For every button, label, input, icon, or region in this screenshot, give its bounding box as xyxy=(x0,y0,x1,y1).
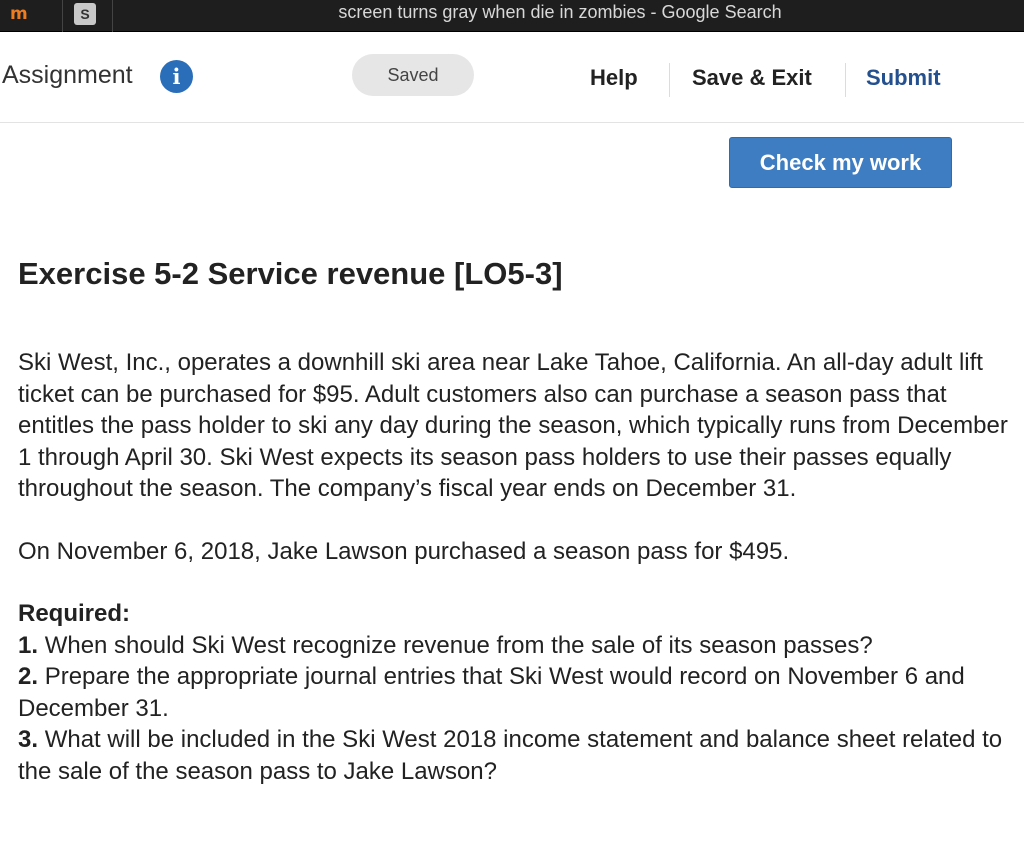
exercise-title: Exercise 5-2 Service revenue [LO5-3] xyxy=(18,256,563,291)
exercise-paragraph: Ski West, Inc., operates a downhill ski … xyxy=(18,349,1008,502)
requirements-block: Required: 1. When should Ski West recogn… xyxy=(18,598,1008,787)
assignment-label: Assignment xyxy=(2,61,133,89)
assignment-header: Assignment i Saved Help Save & Exit Subm… xyxy=(0,33,1024,123)
header-divider xyxy=(669,63,670,97)
s-favicon[interactable]: S xyxy=(74,3,96,25)
requirement-text: What will be included in the Ski West 20… xyxy=(18,726,1003,785)
requirement-number: 3. xyxy=(18,726,45,753)
required-heading: Required: xyxy=(18,600,131,627)
requirement-item: 1. When should Ski West recognize revenu… xyxy=(18,630,1008,662)
requirement-number: 2. xyxy=(18,663,45,690)
requirement-item: 2. Prepare the appropriate journal entri… xyxy=(18,661,1008,724)
browser-tab-title[interactable]: screen turns gray when die in zombies - … xyxy=(260,0,860,24)
tab-divider xyxy=(62,0,63,32)
info-icon[interactable]: i xyxy=(160,60,193,93)
mcgraw-hill-m-icon[interactable]: m xyxy=(10,3,44,25)
browser-tab-bar: m S screen turns gray when die in zombie… xyxy=(0,0,1024,32)
help-button[interactable]: Help xyxy=(590,63,638,93)
exercise-paragraph: On November 6, 2018, Jake Lawson purchas… xyxy=(18,538,790,565)
requirement-number: 1. xyxy=(18,631,45,659)
save-exit-button[interactable]: Save & Exit xyxy=(692,63,812,93)
tab-divider xyxy=(112,0,113,32)
header-divider xyxy=(845,63,846,97)
requirement-item: 3. What will be included in the Ski West… xyxy=(18,724,1008,787)
saved-status-badge: Saved xyxy=(352,54,474,96)
requirement-text: Prepare the appropriate journal entries … xyxy=(18,663,965,722)
requirement-text: When should Ski West recognize revenue f… xyxy=(44,631,873,659)
submit-button[interactable]: Submit xyxy=(866,63,941,93)
check-my-work-button[interactable]: Check my work xyxy=(729,137,952,188)
